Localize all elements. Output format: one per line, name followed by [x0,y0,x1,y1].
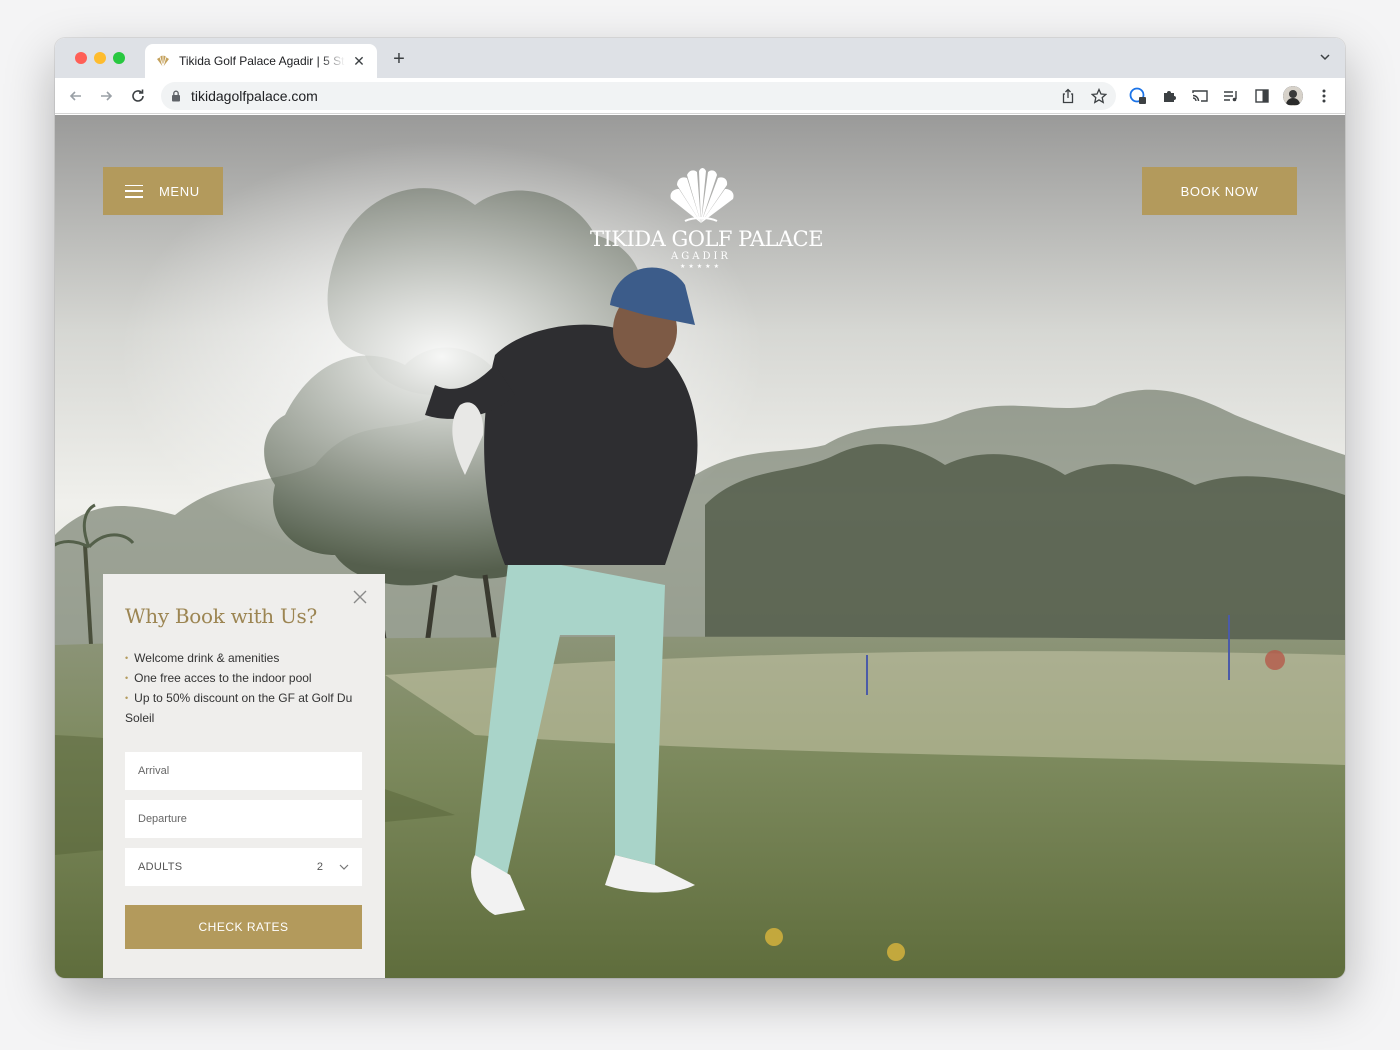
close-window-button[interactable] [75,52,87,64]
list-item: Up to 50% discount on the GF at Golf Du … [125,688,363,728]
close-icon[interactable] [353,590,367,604]
kebab-menu-icon[interactable] [1315,87,1333,105]
browser-toolbar: tikidagolfpalace.com [55,78,1345,114]
media-queue-icon[interactable] [1222,87,1240,105]
hotel-logo[interactable]: TIKIDA GOLF PALACE AGADIR ★★★★★ [590,167,824,271]
arrow-left-icon[interactable] [67,87,85,105]
star-icon[interactable] [1090,87,1108,105]
puzzle-icon[interactable] [1160,87,1178,105]
shell-logo-icon [670,168,734,223]
logo-name: TIKIDA GOLF PALACE [590,227,824,251]
url-text: tikidagolfpalace.com [191,88,318,104]
check-rates-button[interactable]: CHECK RATES [125,905,362,949]
booking-panel: Why Book with Us? Welcome drink & amenit… [103,574,385,978]
tab-strip: Tikida Golf Palace Agadir | 5 St ✕ + [55,38,1345,78]
chevron-down-icon[interactable] [1319,51,1331,63]
new-tab-button[interactable]: + [388,48,410,70]
profile-avatar[interactable] [1283,86,1303,106]
hero-section: MENU TIKIDA GOLF PALACE AGADIR ★★★★★ BOO… [55,115,1345,978]
browser-tab[interactable]: Tikida Golf Palace Agadir | 5 St ✕ [145,44,377,78]
arrival-field[interactable] [125,752,362,790]
browser-window: Tikida Golf Palace Agadir | 5 St ✕ + tik… [55,38,1345,978]
reload-icon[interactable] [129,87,147,105]
arrow-right-icon[interactable] [97,87,115,105]
arrival-input[interactable] [138,765,349,777]
side-panel-icon[interactable] [1253,87,1271,105]
menu-label: MENU [159,183,200,199]
adults-select[interactable]: ADULTS 2 [125,848,362,886]
close-tab-icon[interactable]: ✕ [351,53,367,70]
departure-field[interactable] [125,800,362,838]
address-bar[interactable]: tikidagolfpalace.com [161,82,1116,110]
lock-icon [172,90,180,102]
favicon-icon [157,55,169,68]
tab-title: Tikida Golf Palace Agadir | 5 St [179,54,345,68]
cast-icon[interactable] [1191,87,1209,105]
logo-stars: ★★★★★ [680,264,722,270]
share-icon[interactable] [1059,87,1077,105]
hamburger-icon [125,184,143,198]
maximize-window-button[interactable] [113,52,125,64]
list-item: Welcome drink & amenities [125,648,363,668]
minimize-window-button[interactable] [94,52,106,64]
adults-value: 2 [316,861,323,873]
password-manager-icon[interactable] [1129,87,1147,105]
departure-input[interactable] [138,813,349,825]
perks-list: Welcome drink & amenities One free acces… [125,648,363,728]
logo-subtitle: AGADIR [671,251,731,262]
booking-title: Why Book with Us? [125,604,317,628]
book-now-button[interactable]: BOOK NOW [1142,167,1297,215]
adults-label: ADULTS [138,861,183,873]
chevron-down-icon [339,864,349,870]
list-item: One free acces to the indoor pool [125,668,363,688]
menu-button[interactable]: MENU [103,167,223,215]
